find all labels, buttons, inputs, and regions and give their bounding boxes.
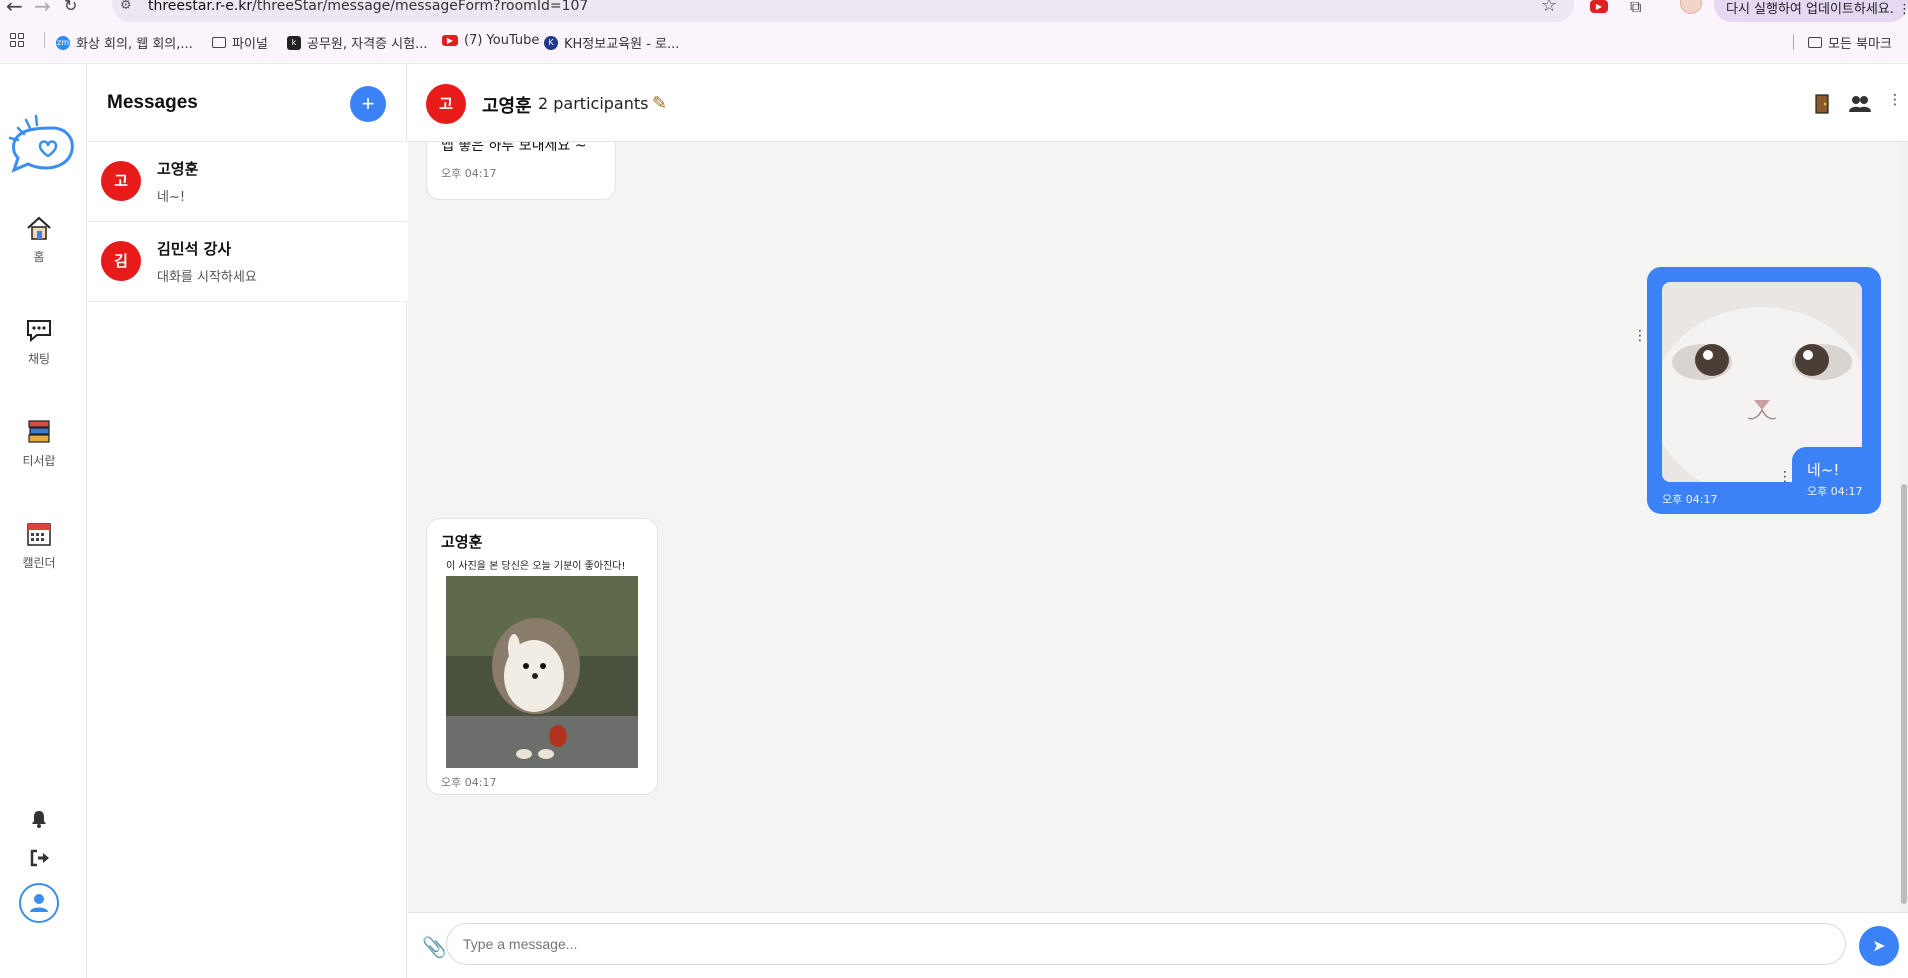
bookmarks-bar: zm 화상 회의, 웹 회의,... 파이널 k 공무원, 자격증 시험... ▶(…	[0, 31, 1908, 53]
bookmark-star-icon[interactable]: ☆	[1541, 0, 1557, 16]
rail-item-tdrawer[interactable]: 티서랍	[0, 418, 78, 469]
participants-icon[interactable]	[1849, 94, 1871, 114]
room-item[interactable]: 고 고영훈 네~!	[88, 142, 407, 222]
message-menu-kebab-icon[interactable]: ⋮	[1778, 469, 1792, 485]
bookmark-all[interactable]: 모든 북마크	[1808, 33, 1892, 52]
browser-chrome: ← → ↻ ⚙ threestar.r-e.kr/threeStar/messa…	[0, 0, 1908, 62]
site-settings-icon[interactable]: ⚙	[120, 0, 132, 13]
url-text[interactable]: threestar.r-e.kr/threeStar/message/messa…	[148, 0, 588, 14]
avatar: 김	[101, 241, 141, 281]
room-last-message: 네~!	[157, 190, 186, 205]
folder-icon	[212, 37, 226, 48]
youtube-extension-icon[interactable]: ▶	[1590, 0, 1608, 13]
participant-count[interactable]: 2 participants	[538, 94, 648, 113]
rail-item-home[interactable]: 홈	[0, 214, 78, 265]
message-incoming-image: 고영훈 이 사진을 본 당신은 오늘 기분이 좋아진다! 오후 04:17	[426, 518, 658, 795]
back-icon[interactable]: ←	[6, 0, 23, 16]
reload-icon[interactable]: ↻	[64, 0, 77, 16]
folder-icon	[1808, 37, 1822, 48]
message-sender: 고영훈	[441, 533, 483, 551]
extensions-icon[interactable]: ⧉	[1630, 0, 1641, 17]
send-icon: ➤	[1872, 938, 1886, 955]
bookmarks-divider	[1793, 34, 1794, 50]
chat-header: 고 고영훈 2 participants ✎ ⋮	[408, 64, 1908, 142]
logout-icon[interactable]	[29, 848, 51, 868]
update-button[interactable]: 다시 실행하여 업데이트하세요. ⋮	[1714, 0, 1908, 22]
page-title: Messages	[107, 92, 198, 113]
message-list: 맵 좋은 하루 보내세요 ~ 오후 04:17 ⋮ 오후 04:17 ⋮ 네~!…	[408, 142, 1908, 912]
user-profile-button[interactable]	[19, 883, 59, 923]
message-incoming: 맵 좋은 하루 보내세요 ~ 오후 04:17	[426, 142, 616, 200]
chat-panel: 고 고영훈 2 participants ✎ ⋮ 맵 좋은 하루 보내세요 ~ …	[408, 64, 1908, 978]
hedgehog-photo[interactable]	[446, 576, 638, 768]
bookmark-kh[interactable]: K KH정보교육원 - 로...	[544, 33, 679, 52]
room-item[interactable]: 김 김민석 강사 대화를 시작하세요	[88, 222, 407, 302]
chat-room-name: 고영훈	[482, 96, 532, 117]
forward-icon[interactable]: →	[34, 0, 51, 16]
bookmark-final-folder[interactable]: 파이널	[212, 33, 268, 52]
side-rail: 홈 채팅 티서랍 캘린더	[0, 64, 87, 978]
message-time: 오후 04:17	[1807, 485, 1863, 498]
bookmark-youtube[interactable]: ▶ (7) YouTube	[442, 33, 539, 48]
zoom-icon: zm	[56, 35, 70, 50]
kh-icon: K	[544, 35, 558, 50]
bookmark-exam[interactable]: k 공무원, 자격증 시험...	[287, 33, 427, 52]
profile-avatar[interactable]	[1680, 0, 1702, 14]
conversation-list: Messages + 고 고영훈 네~! 김 김민석 강사 대화를 시작하세요	[88, 64, 407, 978]
rail-item-chat[interactable]: 채팅	[0, 316, 78, 367]
bell-icon[interactable]	[29, 809, 49, 829]
avatar: 고	[426, 84, 466, 124]
bookmark-zoom[interactable]: zm 화상 회의, 웹 회의,...	[56, 33, 193, 52]
message-menu-kebab-icon[interactable]: ⋮	[1633, 328, 1647, 344]
logo-heart-bubble-icon	[8, 114, 74, 173]
attach-paperclip-icon[interactable]: 📎	[422, 935, 447, 959]
message-time: 오후 04:17	[441, 167, 497, 180]
kdata-icon: k	[287, 35, 301, 50]
home-icon	[27, 216, 51, 240]
message-text: 맵 좋은 하루 보내세요 ~	[441, 142, 587, 154]
leave-door-icon[interactable]	[1814, 94, 1830, 114]
message-input[interactable]	[446, 923, 1846, 965]
scrollbar-thumb[interactable]	[1901, 484, 1907, 904]
calendar-icon	[27, 523, 51, 546]
message-text: 네~!	[1807, 461, 1840, 479]
room-name: 김민석 강사	[157, 240, 232, 258]
message-composer: 📎 ➤	[408, 912, 1908, 978]
avatar: 고	[101, 161, 141, 201]
send-button[interactable]: ➤	[1859, 926, 1899, 966]
books-icon	[28, 420, 50, 443]
menu-kebab-icon[interactable]: ⋮	[1898, 2, 1908, 17]
rail-item-calendar[interactable]: 캘린더	[0, 520, 78, 571]
user-icon	[30, 894, 48, 912]
edit-pencil-icon[interactable]: ✎	[652, 93, 667, 114]
new-chat-button[interactable]: +	[350, 86, 386, 122]
message-time: 오후 04:17	[1662, 493, 1718, 506]
youtube-icon: ▶	[442, 35, 458, 46]
chat-icon	[27, 320, 51, 343]
message-time: 오후 04:17	[441, 776, 497, 789]
chat-menu-kebab-icon[interactable]: ⋮	[1888, 92, 1902, 108]
bookmarks-divider	[44, 32, 45, 48]
room-last-message: 대화를 시작하세요	[157, 270, 257, 285]
image-caption: 이 사진을 본 당신은 오늘 기분이 좋아진다!	[446, 561, 626, 572]
app-root: 홈 채팅 티서랍 캘린더 Messages + 고 고영훈 네~! 김 김민석 …	[0, 63, 1908, 978]
list-header: Messages +	[88, 64, 406, 142]
room-name: 고영훈	[157, 160, 199, 178]
message-outgoing: 네~! 오후 04:17	[1792, 447, 1881, 504]
